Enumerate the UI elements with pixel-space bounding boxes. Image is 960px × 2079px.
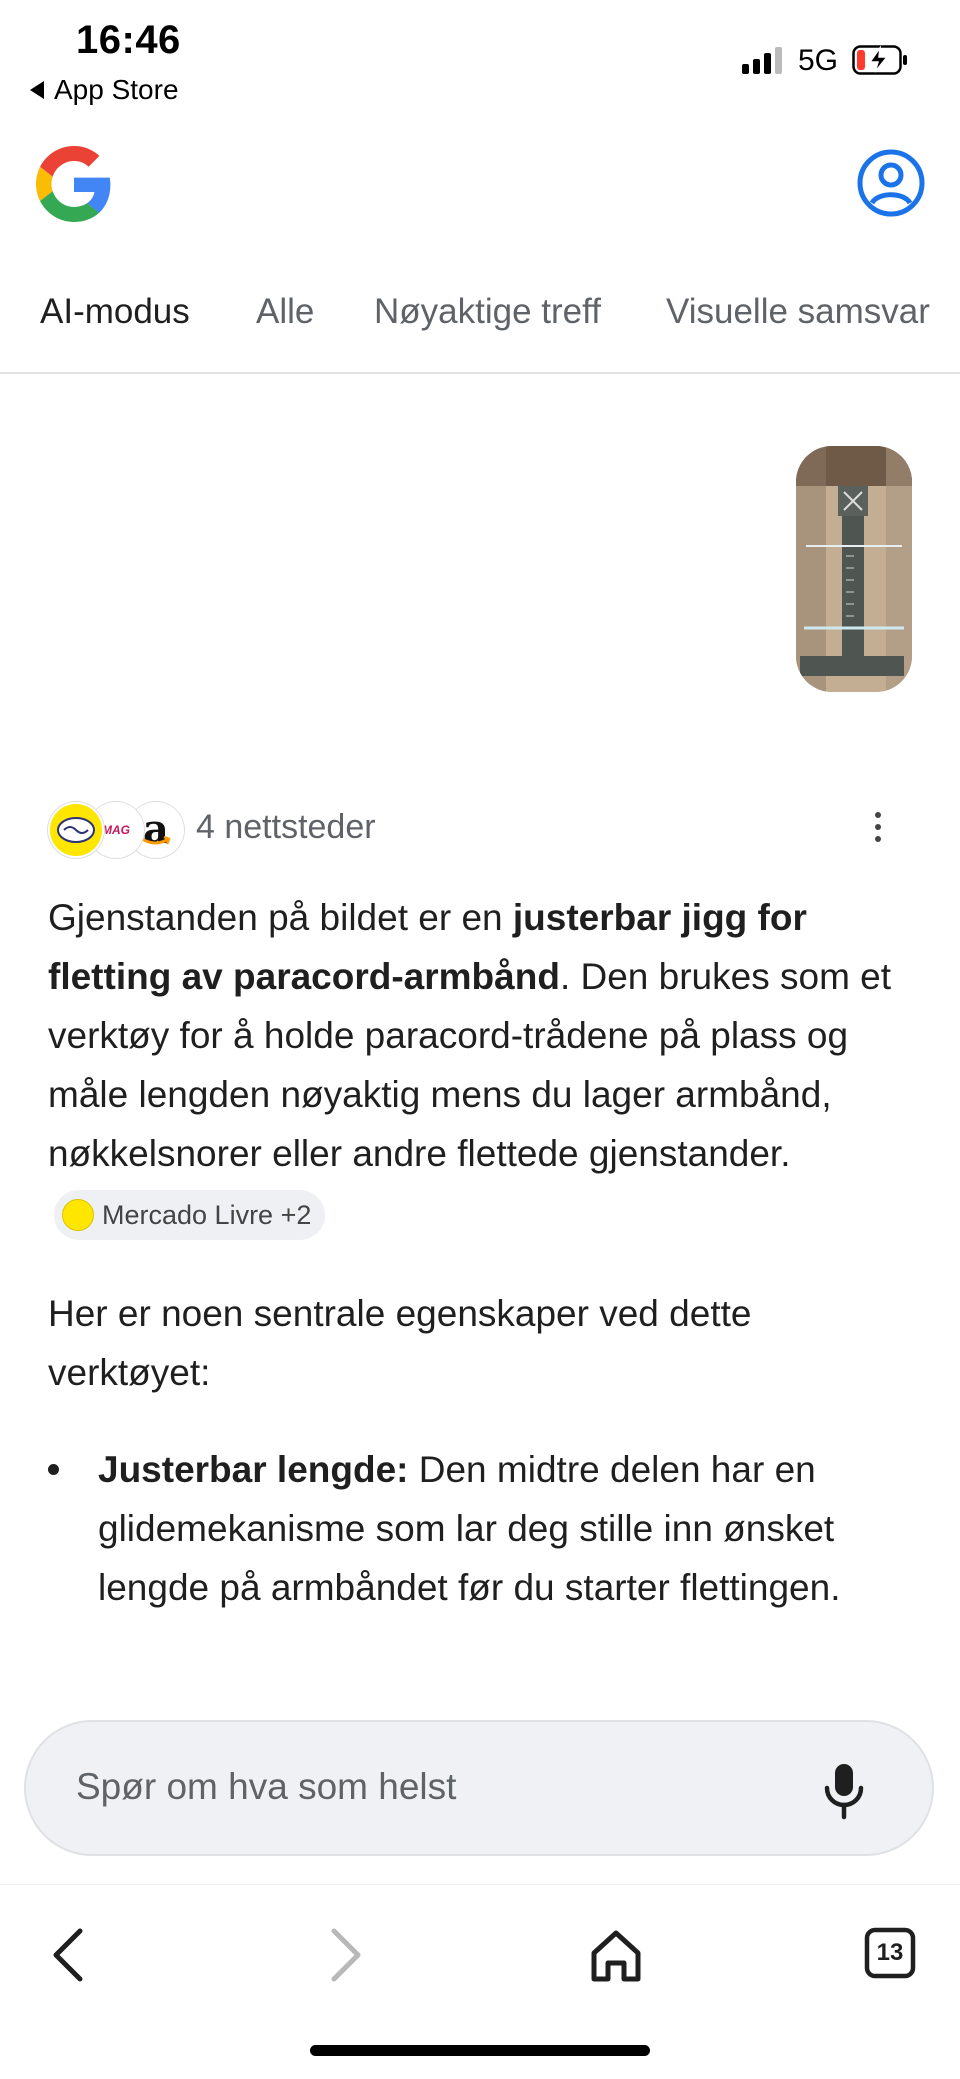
tab-noyaktige-treff[interactable]: Nøyaktige treff xyxy=(374,292,601,332)
ask-input-bar[interactable]: Spør om hva som helst xyxy=(24,1720,934,1856)
status-time: 16:46 xyxy=(76,18,181,62)
tab-visuelle-samsvar[interactable]: Visuelle samsvar xyxy=(666,292,930,332)
answer-paragraph-2: Her er noen sentrale egenskaper ved dett… xyxy=(48,1293,752,1393)
back-triangle-icon xyxy=(30,81,44,99)
source-favicons[interactable]: MAG a xyxy=(48,802,184,858)
answer-p1-start: Gjenstanden på bildet er en xyxy=(48,897,513,938)
google-logo-icon[interactable] xyxy=(36,146,112,222)
citation-chip[interactable]: Mercado Livre +2 xyxy=(54,1190,326,1241)
battery-charging-icon xyxy=(852,45,907,75)
feature-title: Justerbar lengde: xyxy=(98,1449,409,1490)
feature-list-item: Justerbar lengde: Den midtre delen har e… xyxy=(48,1440,918,1617)
tab-count: 13 xyxy=(876,1939,904,1966)
home-indicator[interactable] xyxy=(310,2045,650,2056)
citation-label: Mercado Livre +2 xyxy=(102,1200,312,1231)
home-icon[interactable] xyxy=(586,1925,646,1985)
bullet-icon xyxy=(48,1464,59,1475)
tabs-icon[interactable]: 13 xyxy=(862,1925,922,1985)
mercado-livre-icon xyxy=(62,1199,94,1232)
account-circle-icon[interactable] xyxy=(856,148,926,218)
search-mode-tabs: AI-modus Alle Nøyaktige treff Visuelle s… xyxy=(0,280,960,374)
network-type: 5G xyxy=(798,44,839,77)
back-to-app-store[interactable]: App Store xyxy=(30,74,179,106)
back-app-label: App Store xyxy=(54,74,179,105)
ask-input-placeholder[interactable]: Spør om hva som helst xyxy=(76,1766,456,1808)
mercado-livre-icon xyxy=(48,802,104,858)
back-arrow-icon[interactable] xyxy=(42,1925,102,1985)
answer-paragraph-1: Gjenstanden på bildet er en justerbar ji… xyxy=(48,888,918,1242)
cellular-signal-icon xyxy=(742,44,782,74)
more-options-icon[interactable] xyxy=(866,808,890,848)
sources-count-label[interactable]: 4 nettsteder xyxy=(196,808,376,847)
forward-arrow-icon[interactable] xyxy=(312,1925,372,1985)
microphone-icon[interactable] xyxy=(820,1762,868,1820)
tab-ai-modus[interactable]: AI-modus xyxy=(40,292,190,332)
query-image-thumbnail[interactable] xyxy=(796,446,912,692)
tab-alle[interactable]: Alle xyxy=(256,292,314,332)
